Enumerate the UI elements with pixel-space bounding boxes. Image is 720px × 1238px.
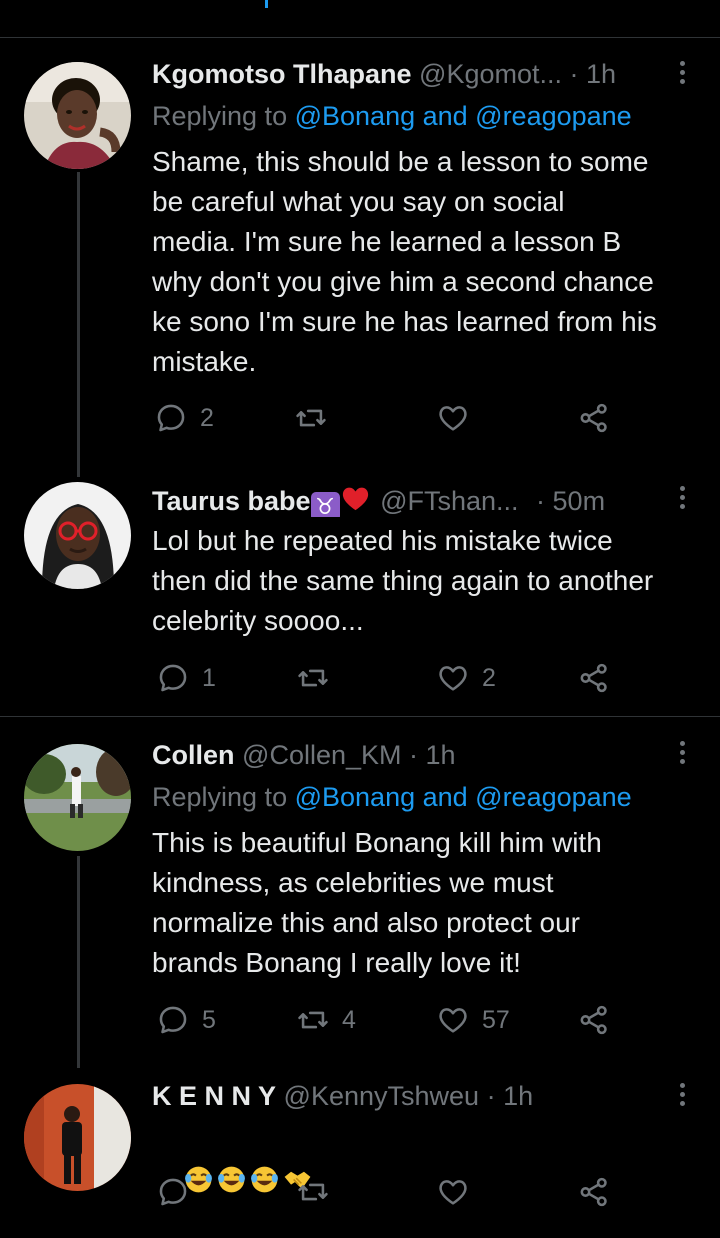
- handle[interactable]: @KennyTshweu: [284, 1081, 480, 1111]
- like-button[interactable]: [436, 1172, 470, 1212]
- tweet-actions: [152, 1172, 622, 1212]
- retweet-button[interactable]: [296, 1172, 330, 1212]
- reply-icon: [159, 1178, 187, 1206]
- share-icon: [580, 1177, 607, 1207]
- tweet[interactable]: K E N N Y @KennyTshweu · 1h: [0, 0, 720, 1207]
- display-name[interactable]: K E N N Y: [152, 1081, 276, 1111]
- more-options-icon[interactable]: [678, 1080, 686, 1110]
- reply-button[interactable]: [156, 1172, 190, 1212]
- retweet-icon: [298, 1183, 328, 1201]
- heart-icon: [439, 1180, 467, 1205]
- tweet-header: K E N N Y @KennyTshweu · 1h: [152, 1079, 660, 1113]
- share-button[interactable]: [577, 1172, 611, 1212]
- timestamp[interactable]: · 1h: [487, 1081, 534, 1111]
- avatar[interactable]: [24, 1084, 131, 1191]
